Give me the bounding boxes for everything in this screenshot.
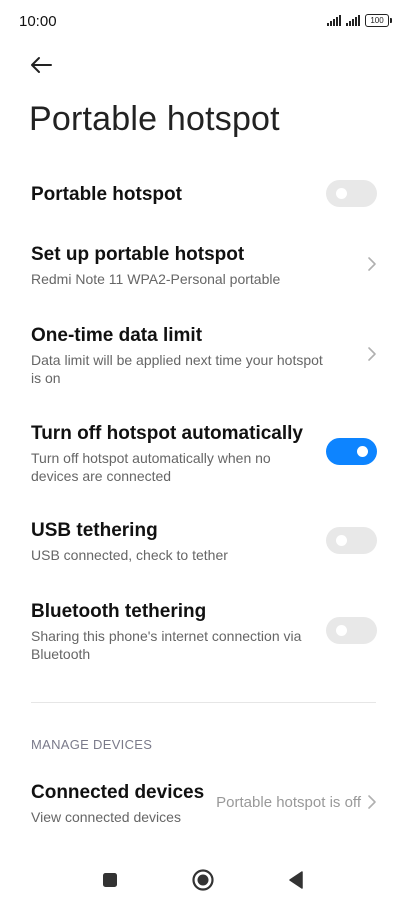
arrow-left-icon (31, 57, 52, 73)
setting-subtitle: Redmi Note 11 WPA2-Personal portable (31, 271, 281, 287)
toggle-knob (336, 188, 347, 199)
status-bar: 10:00 100 (0, 0, 407, 44)
triangle-back-icon (289, 871, 303, 889)
home-button[interactable] (187, 864, 219, 896)
circle-icon (192, 869, 214, 891)
navigation-bar (0, 850, 407, 906)
back-button[interactable] (22, 50, 58, 80)
data-limit-row[interactable]: One-time data limit Data limit will be a… (0, 314, 407, 390)
setting-title: Set up portable hotspot (31, 244, 245, 265)
nav-back-button[interactable] (280, 864, 312, 896)
status-time: 10:00 (19, 13, 57, 30)
square-icon (103, 873, 117, 887)
portable-hotspot-row[interactable]: Portable hotspot (0, 170, 407, 220)
status-icons: 100 (327, 14, 392, 27)
signal-icon (327, 15, 341, 26)
toggle-knob (357, 446, 368, 457)
usb-tethering-toggle[interactable] (326, 527, 377, 554)
bluetooth-tethering-row[interactable]: Bluetooth tethering Sharing this phone's… (0, 590, 407, 666)
chevron-right-icon (368, 257, 376, 271)
setting-title: One-time data limit (31, 325, 203, 346)
setup-hotspot-row[interactable]: Set up portable hotspot Redmi Note 11 WP… (0, 234, 407, 294)
setting-title: Portable hotspot (31, 184, 182, 205)
connected-devices-value: Portable hotspot is off (216, 794, 361, 811)
battery-level: 100 (370, 16, 384, 25)
chevron-right-icon (368, 795, 376, 809)
portable-hotspot-toggle[interactable] (326, 180, 377, 207)
auto-off-toggle[interactable] (326, 438, 377, 465)
setting-title: Turn off hotspot automatically (31, 423, 303, 444)
recents-button[interactable] (94, 864, 126, 896)
toggle-knob (336, 535, 347, 546)
setting-subtitle: Data limit will be applied next time you… (31, 352, 323, 386)
setting-subtitle: Sharing this phone's internet connection… (31, 628, 302, 662)
auto-off-row[interactable]: Turn off hotspot automatically Turn off … (0, 412, 407, 488)
section-divider (31, 702, 376, 703)
page-title: Portable hotspot (29, 100, 280, 138)
battery-icon: 100 (365, 14, 392, 27)
section-header: MANAGE DEVICES (31, 737, 153, 752)
setting-title: Bluetooth tethering (31, 601, 207, 622)
toggle-knob (336, 625, 347, 636)
setting-subtitle: Turn off hotspot automatically when no d… (31, 450, 271, 484)
setting-title: Connected devices (31, 782, 205, 803)
chevron-right-icon (368, 347, 376, 361)
connected-devices-row[interactable]: Connected devices View connected devices… (0, 772, 407, 832)
signal-icon (346, 15, 360, 26)
usb-tethering-row[interactable]: USB tethering USB connected, check to te… (0, 510, 407, 570)
bluetooth-tethering-toggle[interactable] (326, 617, 377, 644)
setting-subtitle: USB connected, check to tether (31, 547, 228, 563)
setting-title: USB tethering (31, 520, 158, 541)
setting-subtitle: View connected devices (31, 809, 181, 825)
